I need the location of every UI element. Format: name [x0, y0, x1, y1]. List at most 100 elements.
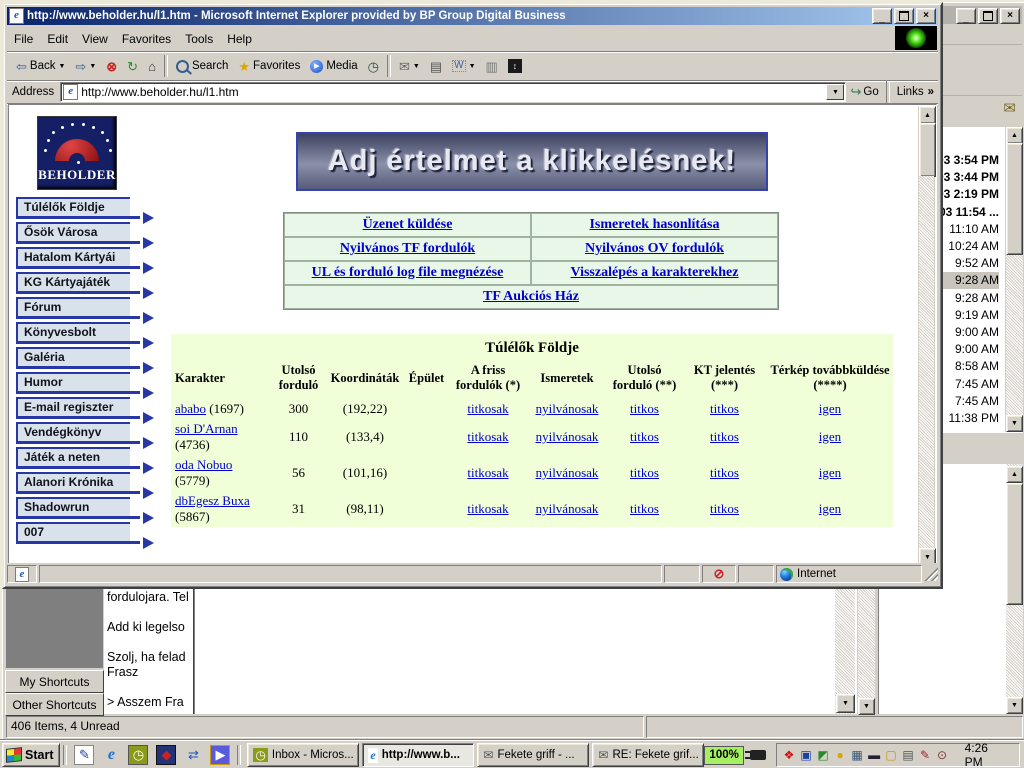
send-receive-mail-icon[interactable]: ✉ [1003, 99, 1016, 117]
menu-item-view[interactable]: View [75, 30, 115, 48]
task-button[interactable]: ✉Fekete griff - ... [477, 743, 589, 767]
character-link[interactable]: dbEgesz Buxa [175, 493, 250, 508]
back-button[interactable]: ⇦ Back ▼ [11, 54, 70, 78]
user-status-tray-icon[interactable]: ● [832, 747, 849, 763]
search-tray-icon[interactable]: ⊙ [934, 747, 951, 763]
printer-tray-icon[interactable]: ▤ [900, 747, 917, 763]
quick-link[interactable]: TF Aukciós Ház [483, 289, 579, 304]
sync-icon[interactable]: ⇄ [184, 746, 202, 764]
beholder-logo[interactable]: BEHOLDER [37, 116, 117, 190]
menu-item-favorites[interactable]: Favorites [115, 30, 178, 48]
net-tool-button[interactable]: ↕ [503, 54, 527, 78]
close-button[interactable]: × [1000, 8, 1020, 24]
message-list-scrollbar[interactable]: ▲ ▼ [1006, 127, 1023, 432]
monitor-tray-icon[interactable]: ▬ [866, 747, 883, 763]
discuss-button[interactable]: ▥ [481, 54, 503, 78]
mail-dropdown-icon[interactable]: ▼ [413, 63, 420, 70]
menu-item-edit[interactable]: Edit [40, 30, 75, 48]
scheduler-tray-icon[interactable]: ❖ [781, 747, 798, 763]
last-turn-link[interactable]: titkos [630, 465, 659, 480]
history-button[interactable]: ◷ [363, 54, 384, 78]
go-button[interactable]: ↪ Go [846, 84, 882, 100]
map-link[interactable]: igen [819, 501, 841, 516]
sidebar-item-shadowrun[interactable]: Shadowrun [16, 497, 130, 516]
pen-tray-icon[interactable]: ✎ [917, 747, 934, 763]
print-button[interactable]: ▤ [425, 54, 447, 78]
fresh-link[interactable]: titkosak [467, 465, 508, 480]
media-player-icon[interactable]: ▶ [210, 745, 230, 765]
kt-report-link[interactable]: titkos [710, 401, 739, 416]
sidebar-item-gal-ria[interactable]: Galéria [16, 347, 130, 366]
resize-grip[interactable] [924, 567, 938, 581]
links-chevron-icon[interactable]: » [928, 86, 934, 98]
knowledge-link[interactable]: nyilvánosak [536, 429, 599, 444]
knowledge-link[interactable]: nyilvánosak [536, 501, 599, 516]
floppy-save-icon[interactable]: ◆ [156, 745, 176, 765]
search-button[interactable]: Search [171, 54, 233, 78]
sidebar-item-j-t-k-a-neten[interactable]: Játék a neten [16, 447, 130, 466]
restore-button[interactable] [978, 8, 998, 24]
battery-meter[interactable]: 100% [704, 746, 743, 765]
stop-button[interactable]: ⊗ [101, 54, 122, 78]
minimize-button[interactable]: _ [956, 8, 976, 24]
menu-item-help[interactable]: Help [220, 30, 259, 48]
home-button[interactable]: ⌂ [143, 54, 161, 78]
start-button[interactable]: Start [2, 743, 60, 767]
forward-dropdown-icon[interactable]: ▼ [89, 63, 96, 70]
knowledge-link[interactable]: nyilvánosak [536, 465, 599, 480]
shortcut-button-my-shortcuts[interactable]: My Shortcuts [5, 670, 104, 693]
forward-button[interactable]: ⇨ ▼ [70, 54, 101, 78]
menu-item-file[interactable]: File [7, 30, 40, 48]
fresh-link[interactable]: titkosak [467, 501, 508, 516]
kt-report-link[interactable]: titkos [710, 465, 739, 480]
sidebar-item-vend-gk-nyv[interactable]: Vendégkönyv [16, 422, 130, 441]
internet-explorer-icon[interactable]: e [102, 746, 120, 764]
shortcut-button-other-shortcuts[interactable]: Other Shortcuts [5, 693, 104, 716]
sidebar-item-hatalom-k-rty-i[interactable]: Hatalom Kártyái [16, 247, 130, 266]
quick-link[interactable]: Visszalépés a karakterekhez [571, 265, 739, 280]
back-dropdown-icon[interactable]: ▼ [58, 63, 65, 70]
task-button[interactable]: ✉RE: Fekete grif... [592, 743, 704, 767]
page-scrollbar[interactable]: ▲ ▼ [918, 106, 935, 565]
menu-item-tools[interactable]: Tools [178, 30, 220, 48]
knowledge-link[interactable]: nyilvánosak [536, 401, 599, 416]
ie-close-button[interactable]: × [916, 8, 936, 24]
address-input[interactable]: e http://www.beholder.hu/l1.htm ▼ [60, 82, 846, 102]
media-button[interactable]: ▶ Media [305, 54, 362, 78]
sidebar-item-f-rum[interactable]: Fórum [16, 297, 130, 316]
fresh-link[interactable]: titkosak [467, 401, 508, 416]
task-button[interactable]: ◷Inbox - Micros... [247, 743, 359, 767]
privacy-pane[interactable]: ⊘ [702, 565, 736, 583]
fresh-link[interactable]: titkosak [467, 429, 508, 444]
map-link[interactable]: igen [819, 401, 841, 416]
character-link[interactable]: ababo [175, 401, 206, 416]
lower-right-scrollbar[interactable]: ▲ ▼ [1006, 464, 1023, 714]
sidebar-item-k-nyvesbolt[interactable]: Könyvesbolt [16, 322, 130, 341]
last-turn-link[interactable]: titkos [630, 429, 659, 444]
tools-tray-icon[interactable]: ◩ [815, 747, 832, 763]
sidebar-item-t-l-l-k-f-ldje[interactable]: Túlélők Földje [16, 197, 130, 216]
ie-maximize-button[interactable] [894, 8, 914, 24]
quick-link[interactable]: Üzenet küldése [363, 217, 453, 232]
sidebar-item-humor[interactable]: Humor [16, 372, 130, 391]
refresh-button[interactable]: ↻ [122, 54, 143, 78]
kt-report-link[interactable]: titkos [710, 429, 739, 444]
last-turn-link[interactable]: titkos [630, 501, 659, 516]
character-link[interactable]: oda Nobuo [175, 457, 232, 472]
ie-minimize-button[interactable]: _ [872, 8, 892, 24]
outlook-icon[interactable]: ◷ [128, 745, 148, 765]
network-computer-tray-icon[interactable]: ▦ [849, 747, 866, 763]
links-bar[interactable]: Links » [893, 86, 938, 98]
map-link[interactable]: igen [819, 465, 841, 480]
sidebar-item-kg-k-rtyaj-t-k[interactable]: KG Kártyajáték [16, 272, 130, 291]
task-button[interactable]: ehttp://www.b... [362, 743, 474, 767]
quick-link[interactable]: Nyilvános OV fordulók [585, 241, 724, 256]
character-link[interactable]: soi D'Arnan [175, 421, 238, 436]
display-settings-tray-icon[interactable]: ▣ [798, 747, 815, 763]
favorites-button[interactable]: ★ Favorites [233, 54, 305, 78]
quick-link[interactable]: Nyilvános TF fordulók [340, 241, 475, 256]
sidebar-item-007[interactable]: 007 [16, 522, 130, 541]
map-link[interactable]: igen [819, 429, 841, 444]
address-dropdown-button[interactable]: ▼ [826, 84, 844, 100]
sidebar-item--s-k-v-rosa[interactable]: Ősök Városa [16, 222, 130, 241]
